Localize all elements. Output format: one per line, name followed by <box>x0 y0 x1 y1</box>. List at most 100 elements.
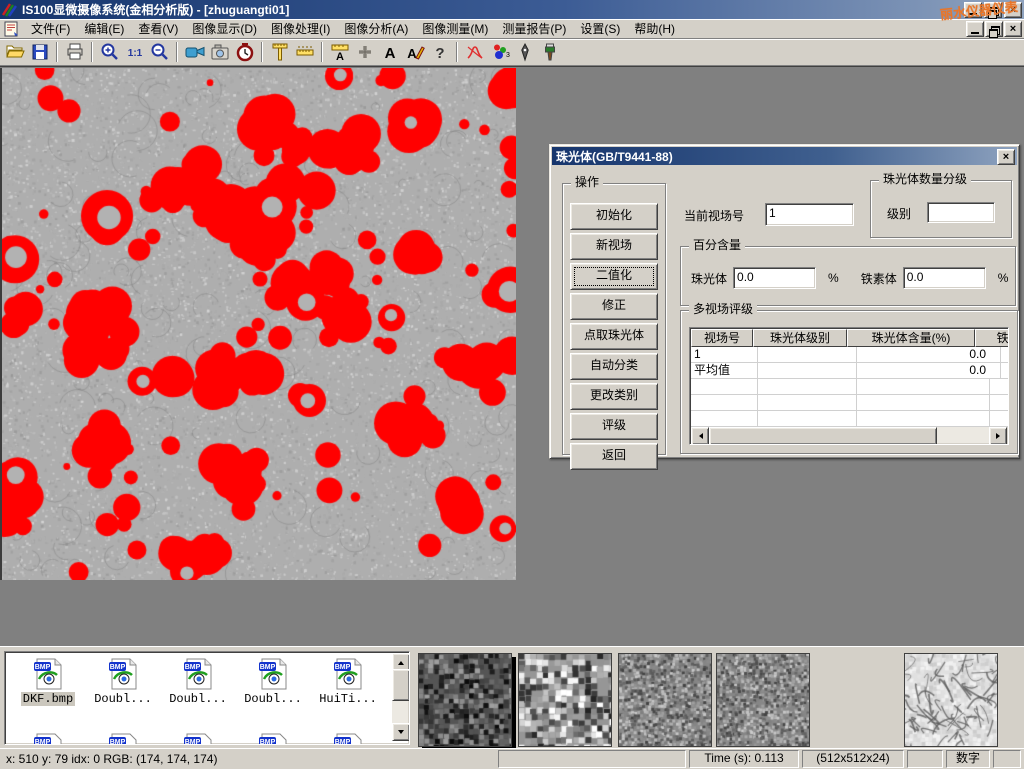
menu-item-image-analysis[interactable]: 图像分析(A) <box>337 18 415 39</box>
return-button[interactable]: 返回 <box>570 443 658 470</box>
file-name[interactable]: Doubl... <box>167 692 229 706</box>
file-item-partial[interactable]: BMP <box>161 732 235 745</box>
file-list[interactable]: BMP DKF.bmp BMP Doubl... BMP Doubl... BM… <box>4 651 410 745</box>
annotate-icon[interactable]: A <box>402 41 427 63</box>
capture-icon[interactable] <box>207 41 232 63</box>
svg-text:BMP: BMP <box>35 739 51 745</box>
file-name[interactable]: Doubl... <box>92 692 154 706</box>
change-class-button[interactable]: 更改类别 <box>570 383 658 410</box>
status-resolution: (512x512x24) <box>802 750 904 768</box>
bmp-file-icon: BMP <box>106 732 140 745</box>
point-pick-icon[interactable] <box>512 41 537 63</box>
operation-group-label: 操作 <box>571 175 603 189</box>
level-input[interactable] <box>927 202 995 223</box>
thumbnail-2[interactable] <box>518 653 610 745</box>
menu-item-image-processing[interactable]: 图像处理(I) <box>264 18 337 39</box>
correct-button[interactable]: 修正 <box>570 293 658 320</box>
dialog-title-bar[interactable]: 珠光体(GB/T9441-88) × <box>552 147 1017 165</box>
thumbnail-4[interactable] <box>716 653 808 745</box>
print-icon[interactable] <box>62 41 87 63</box>
classify-icon[interactable]: 3 <box>487 41 512 63</box>
file-name[interactable]: HuiTi... <box>317 692 379 706</box>
init-button[interactable]: 初始化 <box>570 203 658 230</box>
menu-item-edit[interactable]: 编辑(E) <box>77 18 131 39</box>
file-item[interactable]: BMP Doubl... <box>161 657 235 706</box>
mdi-restore-button[interactable] <box>985 21 1003 37</box>
text-icon[interactable]: A <box>377 41 402 63</box>
scroll-thumb[interactable] <box>392 669 410 701</box>
restore-button[interactable] <box>984 2 1002 18</box>
bmp-file-icon: BMP <box>31 657 65 691</box>
file-item-partial[interactable]: BMP <box>11 732 85 745</box>
dialog-title: 珠光体(GB/T9441-88) <box>556 148 673 165</box>
current-field-input[interactable]: 1 <box>765 203 854 226</box>
operation-group: 操作 初始化 新视场 二值化 修正 点取珠光体 自动分类 更改类别 评级 返回 <box>562 183 666 455</box>
binarize-button[interactable]: 二值化 <box>570 263 658 290</box>
file-item-partial[interactable]: BMP <box>86 732 160 745</box>
thumbnail-1[interactable] <box>418 653 510 745</box>
menu-item-image-display[interactable]: 图像显示(D) <box>185 18 264 39</box>
scroll-right-icon[interactable] <box>989 427 1007 445</box>
table-row[interactable]: 平均值 0.0 <box>691 363 1009 379</box>
file-item[interactable]: BMP HuiTi... <box>311 657 385 706</box>
svg-text:1:1: 1:1 <box>127 48 142 59</box>
zoom-out-icon[interactable] <box>147 41 172 63</box>
menu-item-image-measure[interactable]: 图像测量(M) <box>415 18 495 39</box>
grid-icon[interactable] <box>352 41 377 63</box>
multifield-table[interactable]: 视场号 珠光体级别 珠光体含量(%) 铁素体含量(%) 1 0.0 <box>689 327 1009 445</box>
help-icon[interactable]: ? <box>427 41 452 63</box>
col-field-no[interactable]: 视场号 <box>691 329 753 347</box>
table-hscrollbar[interactable] <box>691 427 1007 443</box>
caliper-icon[interactable] <box>267 41 292 63</box>
dialog-close-icon[interactable]: × <box>997 149 1015 165</box>
col-pearlite-grade[interactable]: 珠光体级别 <box>753 329 847 347</box>
current-field-label: 当前视场号 <box>684 207 744 224</box>
scroll-thumb[interactable] <box>709 427 937 445</box>
mdi-close-button[interactable]: × <box>1004 21 1022 37</box>
file-item[interactable]: BMP Doubl... <box>236 657 310 706</box>
minimize-button[interactable] <box>964 2 982 18</box>
new-field-button[interactable]: 新视场 <box>570 233 658 260</box>
scroll-left-icon[interactable] <box>691 427 709 445</box>
measure-text-icon[interactable]: A <box>327 41 352 63</box>
app-icon <box>2 2 18 17</box>
metallographic-image[interactable] <box>0 68 516 580</box>
timer-icon[interactable] <box>232 41 257 63</box>
zoom-in-icon[interactable] <box>97 41 122 63</box>
file-item[interactable]: BMP DKF.bmp <box>11 657 85 706</box>
file-item-partial[interactable]: BMP <box>236 732 310 745</box>
ruler-icon[interactable] <box>292 41 317 63</box>
ferrite-input[interactable]: 0.0 <box>903 267 986 289</box>
menu-item-view[interactable]: 查看(V) <box>131 18 185 39</box>
file-name[interactable]: DKF.bmp <box>21 692 75 706</box>
col-pearlite-content[interactable]: 珠光体含量(%) <box>847 329 975 347</box>
pearlite-input[interactable]: 0.0 <box>733 267 816 289</box>
brush-icon[interactable] <box>537 41 562 63</box>
menu-item-settings[interactable]: 设置(S) <box>573 18 627 39</box>
table-row[interactable]: 1 0.0 <box>691 347 1009 363</box>
svg-text:BMP: BMP <box>260 664 276 671</box>
menu-item-help[interactable]: 帮助(H) <box>627 18 682 39</box>
menu-item-measure-report[interactable]: 测量报告(P) <box>495 18 573 39</box>
percent-group: 百分含量 珠光体 0.0 % 铁素体 0.0 % <box>680 246 1016 306</box>
actual-size-icon[interactable]: 1:1 <box>122 41 147 63</box>
scroll-down-icon[interactable] <box>392 723 410 741</box>
thumbnail-3[interactable] <box>618 653 710 745</box>
svg-text:BMP: BMP <box>35 664 51 671</box>
mdi-minimize-button[interactable] <box>966 21 984 37</box>
thumbnail-5[interactable] <box>904 653 996 745</box>
auto-classify-button[interactable]: 自动分类 <box>570 353 658 380</box>
save-icon[interactable] <box>27 41 52 63</box>
col-ferrite-content[interactable]: 铁素体含量(%) <box>975 329 1009 347</box>
curve-icon[interactable] <box>462 41 487 63</box>
open-icon[interactable] <box>2 41 27 63</box>
file-list-vscrollbar[interactable] <box>392 653 408 741</box>
pick-pearlite-button[interactable]: 点取珠光体 <box>570 323 658 350</box>
file-item-partial[interactable]: BMP <box>311 732 385 745</box>
grade-button[interactable]: 评级 <box>570 413 658 440</box>
menu-item-file[interactable]: 文件(F) <box>24 18 77 39</box>
file-name[interactable]: Doubl... <box>242 692 304 706</box>
file-item[interactable]: BMP Doubl... <box>86 657 160 706</box>
video-camera-icon[interactable] <box>182 41 207 63</box>
close-button[interactable]: × <box>1004 2 1022 18</box>
